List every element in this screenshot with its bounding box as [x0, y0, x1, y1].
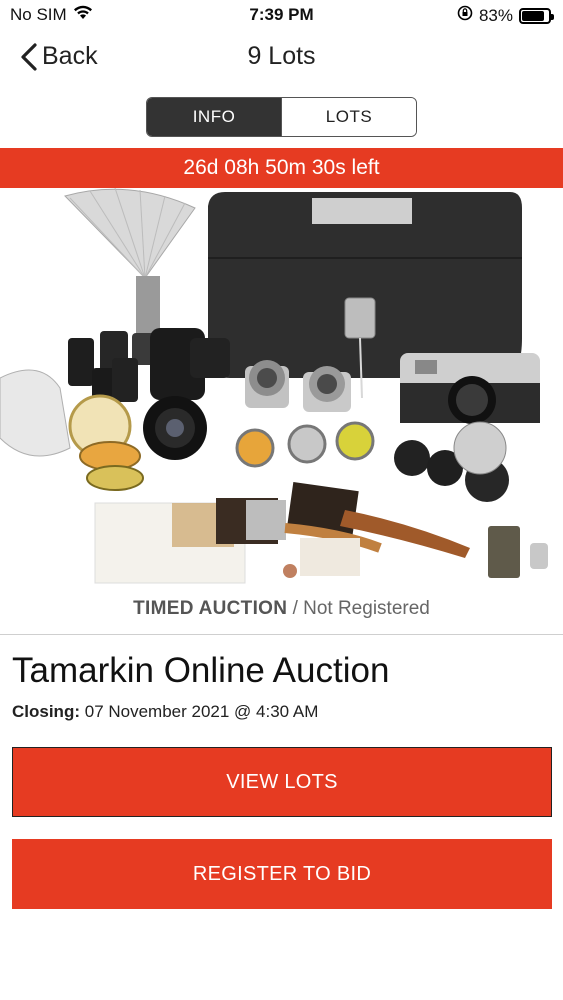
registration-status: / Not Registered [292, 598, 430, 619]
auction-title: Tamarkin Online Auction [12, 651, 390, 690]
tab-lots[interactable]: LOTS [281, 98, 416, 136]
battery-percent: 83% [478, 5, 513, 25]
chevron-left-icon [21, 42, 37, 71]
closing-label: Closing: [12, 702, 80, 721]
countdown-banner: 26d 08h 50m 30s left [0, 148, 563, 188]
auction-photo[interactable] [0, 188, 563, 588]
closing-date: Closing: 07 November 2021 @ 4:30 AM [12, 702, 318, 722]
battery-level [522, 10, 544, 21]
orientation-lock-icon [457, 5, 473, 26]
view-lots-button[interactable]: VIEW LOTS [12, 747, 552, 817]
back-button[interactable]: Back [20, 42, 98, 71]
camera-collection-image [0, 188, 548, 584]
segmented-control: INFO LOTS [146, 97, 417, 137]
divider [0, 634, 563, 635]
navigation-bar: Back 9 Lots [0, 36, 563, 80]
register-to-bid-button[interactable]: REGISTER TO BID [12, 839, 552, 909]
status-bar: No SIM 7:39 PM 83% [0, 0, 563, 30]
back-label: Back [42, 42, 98, 70]
auction-type: TIMED AUCTION [133, 598, 288, 619]
status-right: 83% [457, 5, 554, 26]
tab-info[interactable]: INFO [147, 98, 281, 136]
battery-icon [519, 7, 554, 24]
auction-type-line: TIMED AUCTION / Not Registered [0, 598, 563, 620]
closing-value: 07 November 2021 @ 4:30 AM [84, 702, 319, 721]
